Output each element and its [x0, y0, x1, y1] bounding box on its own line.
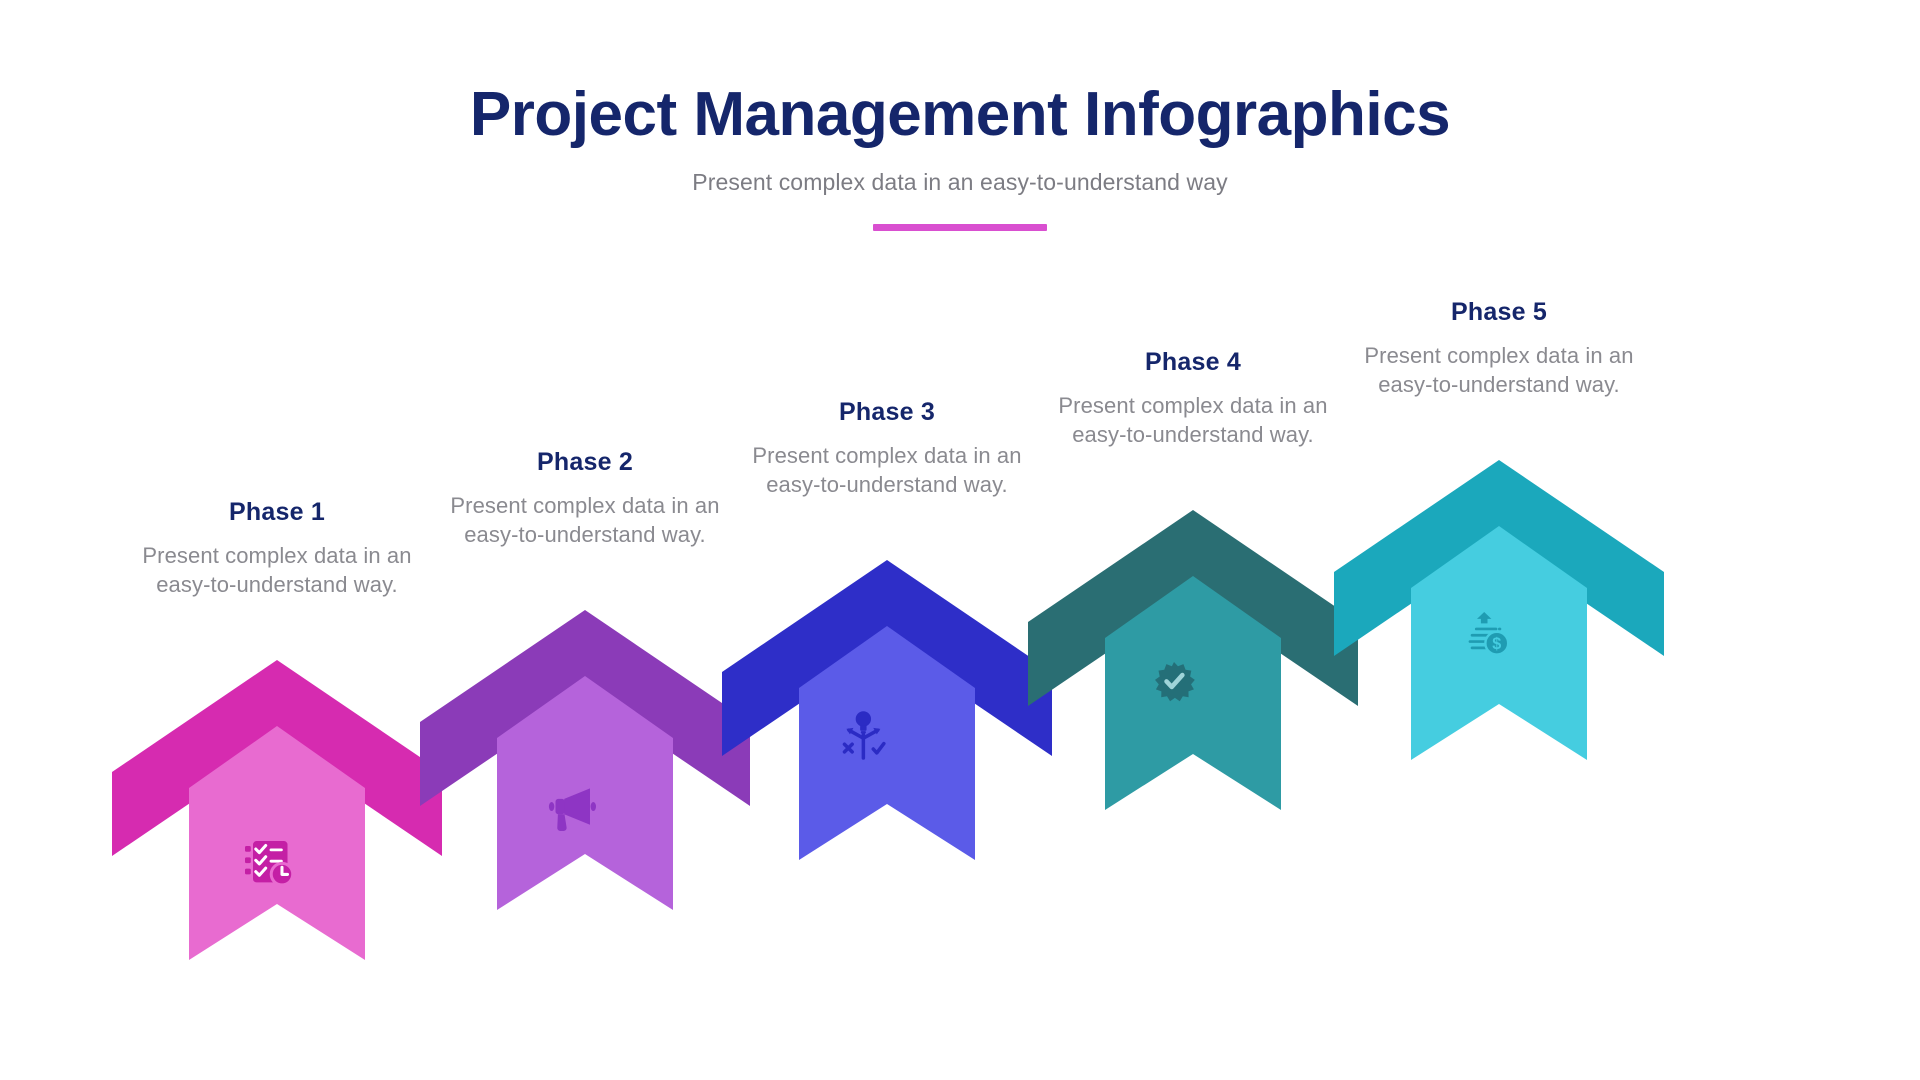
step-3-description: Present complex data in an easy-to-under…	[752, 443, 1022, 498]
step-4-graphic[interactable]	[1028, 510, 1358, 810]
step-5-title: Phase 5	[1451, 298, 1547, 326]
step-1-description: Present complex data in an easy-to-under…	[142, 543, 412, 598]
step-2-text-block: Phase 2 Present complex data in an easy-…	[420, 448, 750, 549]
step-4-title: Phase 4	[1145, 348, 1241, 376]
step-1-graphic[interactable]	[112, 660, 442, 960]
step-3-title: Phase 3	[839, 398, 935, 426]
step-4-description: Present complex data in an easy-to-under…	[1058, 393, 1328, 448]
svg-text:$: $	[1492, 635, 1501, 653]
step-3-text-block: Phase 3 Present complex data in an easy-…	[722, 398, 1052, 499]
step-5-description: Present complex data in an easy-to-under…	[1364, 343, 1634, 398]
step-2-graphic[interactable]	[420, 610, 750, 910]
step-5-graphic[interactable]: $	[1334, 460, 1664, 760]
step-5-text-block: Phase 5 Present complex data in an easy-…	[1334, 298, 1664, 399]
step-1-title: Phase 1	[229, 498, 325, 526]
step-2-title: Phase 2	[537, 448, 633, 476]
steps-container: Phase 1 Present complex data in an easy-…	[0, 0, 1920, 1080]
step-2-description: Present complex data in an easy-to-under…	[450, 493, 720, 548]
step-3-graphic[interactable]	[722, 560, 1052, 860]
step-1-text-block: Phase 1 Present complex data in an easy-…	[112, 498, 442, 599]
step-4-text-block: Phase 4 Present complex data in an easy-…	[1028, 348, 1358, 449]
